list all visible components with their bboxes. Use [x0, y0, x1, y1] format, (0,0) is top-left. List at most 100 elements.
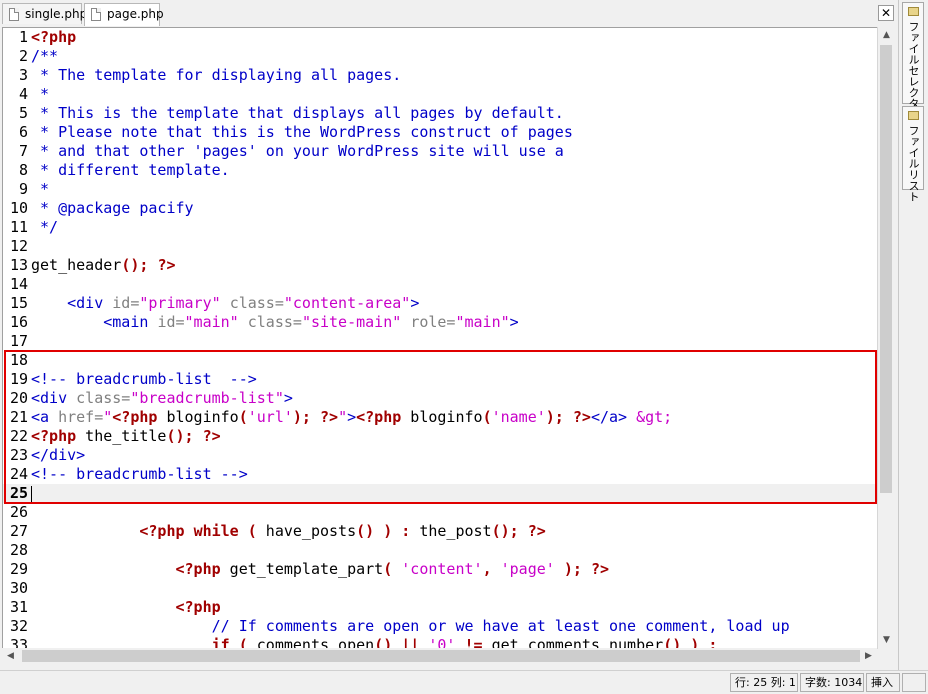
code-text: * — [31, 85, 49, 104]
code-line[interactable]: 14 — [3, 275, 877, 294]
line-number: 23 — [9, 446, 28, 464]
horizontal-scroll-thumb[interactable] — [22, 650, 860, 662]
code-line[interactable]: 11 */ — [3, 218, 877, 237]
code-line[interactable]: 30 — [3, 579, 877, 598]
code-line[interactable]: 21 <a href="<?php bloginfo('url'); ?>"><?… — [3, 408, 877, 427]
code-token: ( — [247, 522, 257, 540]
insert-mode[interactable]: 挿入 — [866, 673, 900, 692]
tab-single-php[interactable]: single.php — [2, 3, 87, 24]
code-editor[interactable]: 1 <?php 2/** 3 * The template for displayin… — [2, 27, 878, 649]
code-line[interactable]: 32 // If comments are open or we have at… — [3, 617, 877, 636]
code-token: ); — [292, 408, 311, 426]
code-line[interactable]: 7 * and that other 'pages' on your WordP… — [3, 142, 877, 161]
code-token: id= — [157, 313, 185, 331]
line-number: 3 — [18, 66, 28, 84]
code-token: href= — [58, 408, 104, 426]
code-line[interactable]: 1 <?php — [3, 28, 877, 47]
code-token: * and that other 'pages' on your WordPre… — [31, 142, 564, 160]
code-token: bloginfo — [157, 408, 239, 426]
code-line[interactable]: 12 — [3, 237, 877, 256]
code-line[interactable]: 31 <?php — [3, 598, 877, 617]
code-line[interactable]: 17 — [3, 332, 877, 351]
code-token: ); — [563, 560, 582, 578]
scroll-left-icon[interactable]: ◀ — [2, 648, 19, 665]
horizontal-scrollbar[interactable]: ◀ ▶ — [2, 648, 877, 664]
code-token: <?php — [356, 408, 402, 426]
code-line[interactable]: 2/** — [3, 47, 877, 66]
scroll-right-icon[interactable]: ▶ — [860, 648, 877, 665]
line-number: 1 — [18, 28, 28, 46]
close-tab-icon[interactable]: ✕ — [878, 5, 894, 21]
line-number: 5 — [18, 104, 28, 122]
line-number: 27 — [9, 522, 28, 540]
code-token: ?> — [590, 560, 609, 578]
code-token: "site-main" — [301, 313, 402, 331]
tab-bar: single.php page.php ✕ — [0, 0, 900, 26]
code-line[interactable]: 8 * different template. — [3, 161, 877, 180]
code-token: : — [401, 522, 411, 540]
code-token: // If comments are open or we have at le… — [211, 617, 790, 635]
tab-page-php[interactable]: page.php — [84, 3, 164, 26]
code-token: <div — [67, 294, 104, 312]
code-line[interactable]: 20 <div class="breadcrumb-list"> — [3, 389, 877, 408]
line-number: 29 — [9, 560, 28, 578]
code-token: have_posts — [256, 522, 357, 540]
line-number: 31 — [9, 598, 28, 616]
code-token: <!-- breadcrumb-list --> — [31, 465, 248, 483]
code-token: <a — [31, 408, 50, 426]
line-number: 22 — [9, 427, 28, 445]
code-line[interactable]: 9 * — [3, 180, 877, 199]
code-line[interactable]: 13 get_header(); ?> — [3, 256, 877, 275]
code-text: <?php — [31, 598, 221, 617]
code-text: <div class="breadcrumb-list"> — [31, 389, 293, 408]
code-token: the_title — [76, 427, 167, 445]
vertical-scrollbar[interactable]: ▲ ▼ — [877, 27, 894, 649]
scroll-down-icon[interactable]: ▼ — [878, 632, 895, 649]
code-line[interactable]: 26 — [3, 503, 877, 522]
code-line[interactable]: 10 * @package pacify — [3, 199, 877, 218]
code-line[interactable]: 4 * — [3, 85, 877, 104]
vertical-scroll-thumb[interactable] — [880, 45, 892, 493]
code-token: get_template_part — [220, 560, 384, 578]
line-number: 17 — [9, 332, 28, 350]
code-text: <!-- breadcrumb-list --> — [31, 465, 248, 484]
code-token: ?> — [157, 256, 176, 274]
code-line[interactable]: 5 * This is the template that displays a… — [3, 104, 877, 123]
line-number: 28 — [9, 541, 28, 559]
side-tab-file-selector[interactable]: ファイルセレクター — [902, 2, 924, 120]
code-token: class= — [247, 313, 302, 331]
code-line[interactable]: 3 * The template for displaying all page… — [3, 66, 877, 85]
code-token: ?> — [202, 427, 221, 445]
code-line[interactable]: 22 <?php the_title(); ?> — [3, 427, 877, 446]
folder-icon — [908, 7, 919, 16]
code-line[interactable]: 16 <main id="main" class="site-main" rol… — [3, 313, 877, 332]
code-token: * @package pacify — [31, 199, 194, 217]
code-token: </a> — [590, 408, 628, 426]
scroll-up-icon[interactable]: ▲ — [878, 27, 895, 44]
line-number: 8 — [18, 161, 28, 179]
code-line[interactable]: 27 <?php while ( have_posts() ) : the_po… — [3, 522, 877, 541]
code-line[interactable]: 6 * Please note that this is the WordPre… — [3, 123, 877, 142]
code-token: 'content' — [401, 560, 483, 578]
line-number: 21 — [9, 408, 28, 426]
code-text — [31, 484, 32, 503]
code-line[interactable]: 19 <!-- breadcrumb-list --> — [3, 370, 877, 389]
code-line[interactable]: 23 </div> — [3, 446, 877, 465]
line-number: 11 — [9, 218, 28, 236]
code-line[interactable]: 25 — [3, 484, 877, 503]
code-token: * different template. — [31, 161, 230, 179]
status-bar: 行: 25 列: 1 字数: 1034 挿入 — [0, 670, 928, 694]
code-line[interactable]: 28 — [3, 541, 877, 560]
side-tab-file-list[interactable]: ファイルリスト — [902, 106, 924, 202]
code-line[interactable]: 18 — [3, 351, 877, 370]
code-token: <?php — [31, 427, 77, 445]
code-line[interactable]: 15 <div id="primary" class="content-area… — [3, 294, 877, 313]
code-line[interactable]: 29 <?php get_template_part( 'content', '… — [3, 560, 877, 579]
tab-label: page.php — [107, 7, 164, 21]
code-line[interactable]: 24 <!-- breadcrumb-list --> — [3, 465, 877, 484]
